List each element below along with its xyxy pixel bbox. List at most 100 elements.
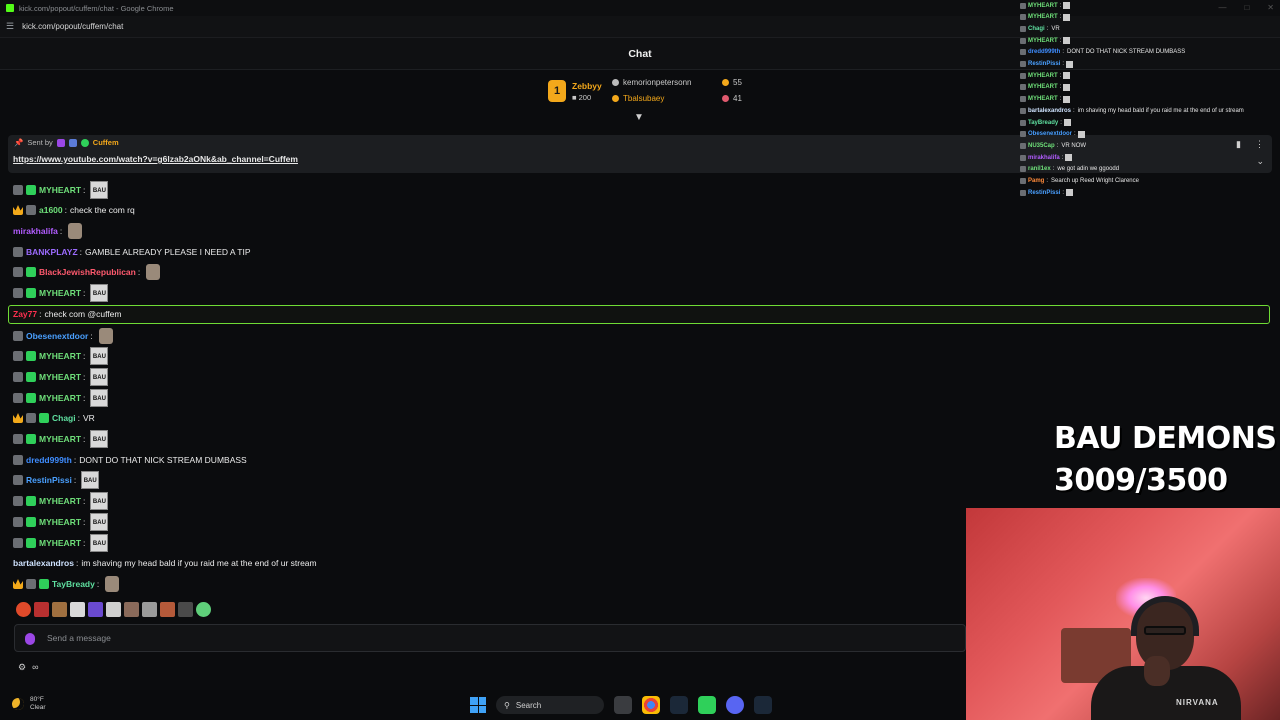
chat-emote-image[interactable] — [68, 223, 83, 239]
chat-emote[interactable]: BAU — [90, 347, 109, 365]
chat-emote[interactable]: BAU — [90, 534, 109, 552]
chat-username[interactable]: Chagi — [52, 413, 76, 423]
emote-icon[interactable] — [16, 602, 31, 617]
sub-badge-icon — [1020, 131, 1026, 138]
chat-username[interactable]: Zay77 — [13, 309, 37, 319]
chat-message: RestinPissi: BAU — [13, 470, 100, 490]
chat-username[interactable]: MYHEART — [39, 185, 81, 195]
chat-username[interactable]: BlackJewishRepublican — [39, 267, 136, 277]
chat-username[interactable]: MYHEART — [39, 517, 81, 527]
url-text[interactable]: kick.com/popout/cuffem/chat — [22, 22, 123, 31]
chat-username[interactable]: MYHEART — [39, 496, 81, 506]
chat-emote[interactable]: BAU — [90, 284, 109, 302]
task-view-icon[interactable] — [614, 696, 632, 714]
chat-username[interactable]: MYHEART — [39, 538, 81, 548]
green-badge-icon — [26, 393, 36, 403]
windows-start-icon[interactable] — [470, 697, 486, 713]
sub-goal-overlay: BAU DEMONS 3009/3500 — [1054, 418, 1277, 502]
chat-username[interactable]: dredd999th — [26, 455, 72, 465]
chat-username[interactable]: TayBready — [52, 579, 95, 589]
microphone-icon[interactable] — [25, 633, 35, 645]
sub-badge-icon — [1020, 72, 1026, 79]
chat-username[interactable]: bartalexandros — [13, 558, 74, 568]
chat-emote[interactable]: BAU — [90, 389, 109, 407]
overlay-chat-username: MYHEART — [1028, 84, 1058, 91]
app-icon[interactable] — [698, 696, 716, 714]
rank-badge: 1 — [548, 80, 566, 102]
sub-badge-icon — [1020, 189, 1026, 196]
moon-icon — [12, 698, 24, 710]
emote-icon[interactable] — [34, 602, 49, 617]
chat-emote[interactable]: BAU — [90, 492, 109, 510]
emote-icon[interactable] — [88, 602, 103, 617]
badge-icon — [68, 138, 77, 147]
weather-widget[interactable]: 80°F Clear — [12, 696, 46, 712]
chat-emote-image[interactable] — [98, 328, 113, 344]
chat-username[interactable]: MYHEART — [39, 372, 81, 382]
emote-icon[interactable] — [70, 602, 85, 617]
settings-icon[interactable]: ⚙ — [18, 662, 26, 673]
colon-separator: : — [1062, 49, 1065, 56]
chat-message: MYHEART: BAU — [13, 367, 109, 387]
chat-emote[interactable]: BAU — [90, 368, 109, 386]
emote-icon[interactable] — [52, 602, 67, 617]
emote-icon[interactable] — [106, 602, 121, 617]
chat-username[interactable]: MYHEART — [39, 393, 81, 403]
chat-message: TayBready: — [13, 574, 120, 594]
steam-icon[interactable] — [754, 696, 772, 714]
overlay-chat-line: Obesenextdoor: — [1020, 129, 1085, 140]
taskbar-search[interactable]: ⚲ Search — [496, 696, 604, 714]
colon-separator: : — [1059, 72, 1062, 79]
chat-emote-image[interactable] — [105, 576, 120, 592]
window-title: kick.com/popout/cuffem/chat - Google Chr… — [19, 3, 174, 13]
overlay-chat-username: MYHEART — [1028, 14, 1058, 21]
emote-icon[interactable] — [178, 602, 193, 617]
pinned-sender[interactable]: Cuffem — [93, 138, 119, 147]
chat-message: MYHEART: BAU — [13, 388, 109, 408]
chat-username[interactable]: MYHEART — [39, 351, 81, 361]
chat-emote[interactable]: BAU — [90, 513, 109, 531]
chat-emote[interactable]: BAU — [81, 471, 100, 489]
colon-separator: : — [83, 393, 86, 403]
discord-icon[interactable] — [726, 696, 744, 714]
overlay-chat-line: bartalexandros: im shaving my head bald i… — [1020, 105, 1244, 116]
steam-icon[interactable] — [670, 696, 688, 714]
chat-username[interactable]: a1600 — [39, 205, 63, 215]
chat-username[interactable]: MYHEART — [39, 288, 81, 298]
chrome-icon[interactable] — [642, 696, 660, 714]
green-badge-icon — [26, 538, 36, 548]
leaderboard-first-name[interactable]: Zebbyy — [572, 81, 602, 91]
site-info-icon[interactable]: ☰ — [6, 21, 14, 32]
sub-badge-icon — [1020, 49, 1026, 56]
chat-username[interactable]: BANKPLAYZ — [26, 247, 78, 257]
chat-input-placeholder[interactable]: Send a message — [47, 633, 111, 643]
chat-username[interactable]: RestinPissi — [26, 475, 72, 485]
chat-emote[interactable]: BAU — [90, 181, 109, 199]
chat-emote[interactable]: BAU — [90, 430, 109, 448]
pinned-link[interactable]: https://www.youtube.com/watch?v=g6lzab2a… — [13, 154, 298, 164]
chat-username[interactable]: mirakhalifa — [13, 226, 58, 236]
leaderboard-row[interactable]: kemorionpetersonn 55 — [612, 78, 742, 87]
infinity-icon[interactable]: ∞ — [32, 662, 38, 673]
emote-icon[interactable] — [142, 602, 157, 617]
collapse-leaderboard-icon[interactable]: ▼ — [634, 112, 644, 123]
colon-separator: : — [1046, 178, 1049, 184]
sub-badge-icon — [13, 247, 23, 257]
overlay-chat-username: NU35Cap — [1028, 142, 1055, 149]
chat-username[interactable]: Obesenextdoor — [26, 331, 88, 341]
chat-input[interactable]: Send a message — [14, 624, 966, 652]
sent-by-label: Sent by — [27, 138, 53, 147]
chat-username[interactable]: MYHEART — [39, 434, 81, 444]
emote-icon[interactable] — [196, 602, 211, 617]
overlay-chat-line: MYHEART: — [1020, 12, 1071, 23]
kick-logo-icon — [6, 4, 14, 12]
overlay-chat-line: Chagi: VR — [1020, 23, 1060, 34]
emote-icon[interactable] — [160, 602, 175, 617]
overlay-chat-line: MYHEART: — [1020, 0, 1071, 11]
emote-icon[interactable] — [124, 602, 139, 617]
overlay-chat-username: Obesenextdoor — [1028, 131, 1073, 138]
chat-emote-image[interactable] — [146, 264, 161, 280]
chat-message: MYHEART: BAU — [13, 429, 109, 449]
leaderboard-row[interactable]: Tbalsubaey 41 — [612, 94, 742, 103]
sub-badge-icon — [1020, 154, 1026, 161]
